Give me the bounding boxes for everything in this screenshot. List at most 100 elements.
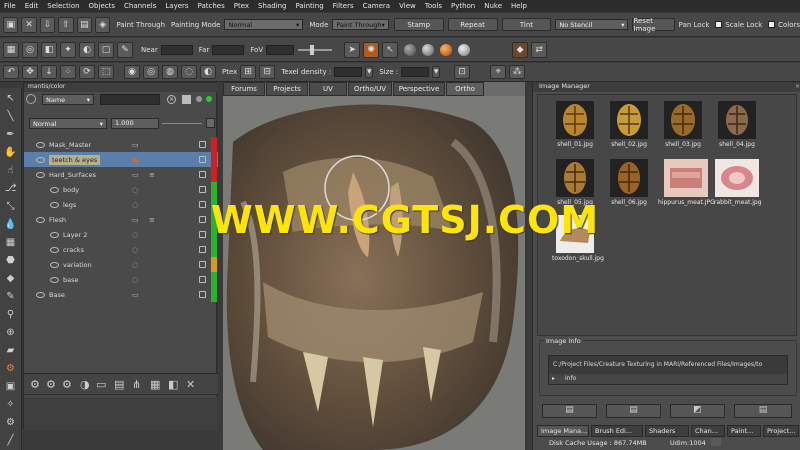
- image-thumb[interactable]: shell_01.jpg: [552, 101, 598, 151]
- image-thumb[interactable]: shell_06.jpg: [606, 159, 652, 209]
- layer-row[interactable]: cracks ◌: [24, 242, 218, 257]
- folder-icon[interactable]: ▭: [132, 291, 139, 299]
- shader-flat-icon[interactable]: [404, 43, 417, 56]
- eraser-tool-icon[interactable]: ▰: [4, 344, 18, 358]
- layer-row[interactable]: Base ▭: [24, 287, 218, 302]
- tab-channels[interactable]: Chan...: [691, 425, 725, 437]
- pin-icon[interactable]: ⌖: [490, 65, 507, 79]
- visibility-eye-icon[interactable]: [50, 261, 59, 268]
- visibility-eye-icon[interactable]: [50, 201, 59, 208]
- adjustment-icon[interactable]: ⚙: [46, 378, 56, 391]
- visibility-eye-icon[interactable]: [36, 141, 45, 148]
- cache-icon[interactable]: ◧: [168, 378, 178, 391]
- menu-painting[interactable]: Painting: [295, 2, 323, 10]
- procedural-icon[interactable]: ◑: [80, 378, 90, 391]
- fov-input[interactable]: [266, 44, 295, 55]
- lock-icon[interactable]: [199, 246, 206, 253]
- menu-patches[interactable]: Patches: [198, 2, 225, 10]
- reset-image-button[interactable]: Reset Image: [632, 17, 675, 33]
- ptex-grid-icon[interactable]: ⊞: [240, 65, 257, 79]
- layer-row[interactable]: base ◌: [24, 272, 218, 287]
- shader-basic-icon[interactable]: [422, 43, 435, 56]
- paint-icon[interactable]: ✎: [117, 41, 133, 58]
- lock-icon[interactable]: [199, 156, 206, 163]
- visibility-eye-icon[interactable]: [50, 186, 59, 193]
- import-image-icon[interactable]: ▤: [542, 404, 597, 418]
- paint-tool-icon[interactable]: ╲: [4, 110, 18, 124]
- brush-tool-icon[interactable]: ╱: [4, 434, 18, 448]
- opacity-input[interactable]: 1.000: [111, 118, 159, 129]
- clear-icon[interactable]: ×: [167, 95, 176, 104]
- menu-layers[interactable]: Layers: [165, 2, 188, 10]
- menu-selection[interactable]: Selection: [47, 2, 79, 10]
- tab-project[interactable]: Project...: [763, 425, 799, 437]
- tab-painting[interactable]: Paint...: [727, 425, 761, 437]
- duplicate-icon[interactable]: ▤: [114, 378, 124, 391]
- picker-tool-icon[interactable]: ✎: [4, 290, 18, 304]
- tab-ortho-uv[interactable]: Ortho/UV: [348, 82, 392, 96]
- info-row[interactable]: ▸ Info: [549, 374, 787, 384]
- layer-type-icon[interactable]: ◌: [132, 276, 138, 284]
- tint-button[interactable]: Tint: [501, 18, 552, 31]
- scale-tool-icon[interactable]: ⤡: [4, 200, 18, 214]
- visibility-eye-icon[interactable]: [36, 156, 45, 163]
- bucket-tool-icon[interactable]: ⬣: [4, 254, 18, 268]
- colors-checkbox[interactable]: [768, 21, 776, 28]
- close-project-icon[interactable]: ✕: [21, 16, 37, 33]
- face-icon[interactable]: ⊡: [454, 65, 471, 79]
- stencil-select[interactable]: No Stencil ▾: [555, 19, 629, 30]
- visibility-eye-icon[interactable]: [50, 246, 59, 253]
- menu-edit[interactable]: Edit: [25, 2, 39, 10]
- layer-type-icon[interactable]: ◌: [132, 246, 138, 254]
- shader-lit-icon[interactable]: [458, 43, 471, 56]
- mask-icon[interactable]: ⚙: [62, 378, 72, 391]
- group-icon[interactable]: ▭: [96, 378, 106, 391]
- dots-icon[interactable]: ⁘: [60, 65, 76, 79]
- painting-mode-select[interactable]: Normal ▾: [224, 19, 304, 30]
- camera-icon[interactable]: ◎: [22, 41, 38, 58]
- expand-arrow-icon[interactable]: ▸: [552, 375, 555, 382]
- menu-objects[interactable]: Objects: [89, 2, 115, 10]
- layer-row[interactable]: teetch & eyes ●: [24, 152, 218, 167]
- eye-isolate-icon[interactable]: ◐: [200, 65, 216, 79]
- layer-type-icon[interactable]: ◌: [132, 186, 138, 194]
- lock-icon[interactable]: ◆: [512, 41, 529, 58]
- ptex-tile-icon[interactable]: ⊟: [259, 65, 276, 79]
- fov-slider-handle[interactable]: [310, 44, 315, 55]
- menu-view[interactable]: View: [399, 2, 416, 10]
- transform-tool-icon[interactable]: ⚲: [4, 308, 18, 322]
- dot-icon[interactable]: [196, 96, 202, 102]
- layer-row[interactable]: Layer 2 ◌: [24, 227, 218, 242]
- menu-camera[interactable]: Camera: [363, 2, 390, 10]
- menu-channels[interactable]: Channels: [124, 2, 156, 10]
- folder-icon[interactable]: ●: [132, 156, 138, 164]
- grid-icon[interactable]: ▦: [3, 41, 19, 58]
- layer-type-icon[interactable]: ◌: [132, 261, 138, 269]
- menu-nuke[interactable]: Nuke: [484, 2, 502, 10]
- blur-tool-icon[interactable]: ✧: [4, 398, 18, 412]
- tab-forums[interactable]: Forums: [223, 82, 265, 96]
- tab-image-manager[interactable]: Image Mana...: [537, 425, 589, 437]
- select-tool-icon[interactable]: ↖: [4, 92, 18, 106]
- menu-filters[interactable]: Filters: [333, 2, 354, 10]
- flatten-icon[interactable]: ▦: [150, 378, 160, 391]
- settings-tool-icon[interactable]: ⚙: [4, 416, 18, 430]
- menu-file[interactable]: File: [4, 2, 16, 10]
- delete-image-icon[interactable]: ▤: [734, 404, 792, 418]
- clone-tool-icon[interactable]: ⎇: [4, 182, 18, 196]
- undo-icon[interactable]: ↶: [3, 65, 19, 79]
- texel-density-input[interactable]: [334, 67, 363, 77]
- eye-lock-icon[interactable]: ◍: [162, 65, 178, 79]
- image-thumb[interactable]: hippurus_meat.JPG: [658, 159, 715, 209]
- layer-row[interactable]: Flesh ▭ ≡: [24, 212, 218, 227]
- image-thumb[interactable]: shell_04.jpg: [714, 101, 760, 151]
- eye-visibility-icon[interactable]: ◉: [124, 65, 140, 79]
- close-icon[interactable]: ×: [795, 83, 800, 90]
- smudge-tool-icon[interactable]: ☝: [4, 164, 18, 178]
- scatter-icon[interactable]: ⁂: [509, 65, 526, 79]
- chevron-down-icon[interactable]: ▾: [365, 66, 374, 78]
- export-icon[interactable]: ⇧: [58, 16, 74, 33]
- rotate-icon[interactable]: ⟳: [79, 65, 95, 79]
- select-icon[interactable]: ➤: [344, 41, 361, 58]
- fill-tool-icon[interactable]: ▦: [4, 236, 18, 250]
